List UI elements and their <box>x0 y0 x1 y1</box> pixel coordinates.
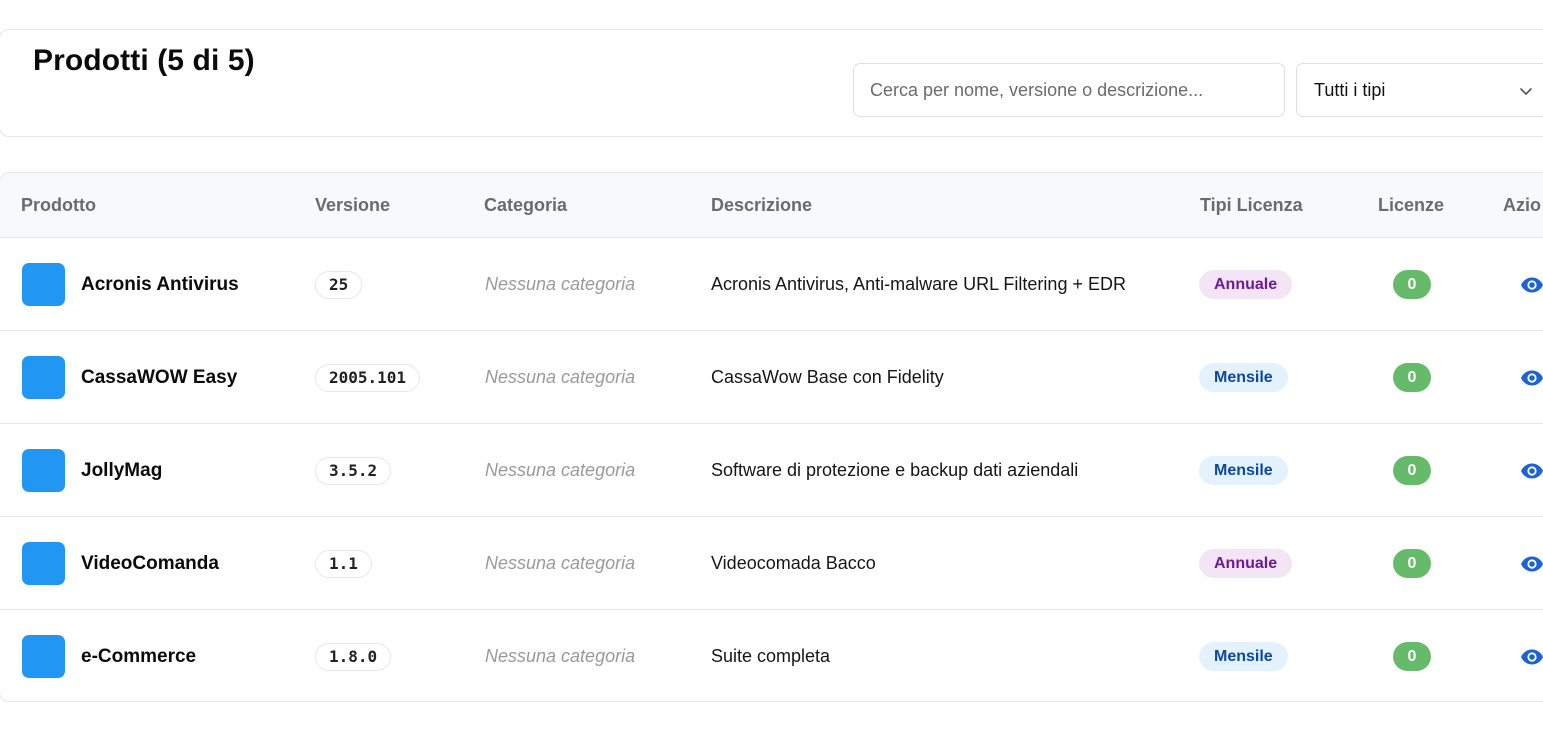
eye-icon[interactable] <box>1520 555 1543 573</box>
description-text: Software di protezione e backup dati azi… <box>711 460 1079 480</box>
license-type-badge: Mensile <box>1199 642 1288 671</box>
licenses-count-badge: 0 <box>1393 642 1431 671</box>
version-badge: 1.8.0 <box>315 643 392 671</box>
type-filter-select[interactable]: Tutti i tipi <box>1296 63 1543 117</box>
eye-icon[interactable] <box>1520 648 1543 666</box>
licenses-count-badge: 0 <box>1393 270 1431 299</box>
column-header-licenze[interactable]: Licenze <box>1378 195 1444 216</box>
table-header: Prodotto Versione Categoria Descrizione … <box>0 173 1543 238</box>
table-row[interactable]: CassaWOW Easy 2005.101 Nessuna categoria Ca… <box>0 331 1543 424</box>
eye-icon[interactable] <box>1520 276 1543 294</box>
product-name[interactable]: Acronis Antivirus <box>81 274 239 296</box>
description-text: CassaWow Base con Fidelity <box>711 367 944 387</box>
version-badge: 2005.101 <box>315 364 421 392</box>
category-text: Nessuna categoria <box>485 646 636 666</box>
licenses-count-badge: 0 <box>1393 456 1431 485</box>
column-header-azioni: Azio <box>1503 195 1541 215</box>
product-name[interactable]: JollyMag <box>81 460 162 482</box>
eye-icon[interactable] <box>1520 462 1543 480</box>
product-icon <box>22 449 65 492</box>
column-header-versione[interactable]: Versione <box>315 195 390 216</box>
table-row[interactable]: Acronis Antivirus 25 Nessuna categoria Acro… <box>0 238 1543 331</box>
eye-icon[interactable] <box>1520 369 1543 387</box>
search-input[interactable] <box>853 63 1285 117</box>
product-icon <box>22 635 65 678</box>
category-text: Nessuna categoria <box>485 367 636 387</box>
description-text: Suite completa <box>711 646 831 666</box>
column-header-prodotto[interactable]: Prodotto <box>21 195 96 216</box>
table-row[interactable]: VideoComanda 1.1 Nessuna categoria Videocom… <box>0 517 1543 610</box>
version-badge: 3.5.2 <box>315 457 392 485</box>
license-type-badge: Annuale <box>1199 549 1293 578</box>
column-header-descrizione[interactable]: Descrizione <box>711 195 812 216</box>
table-row[interactable]: JollyMag 3.5.2 Nessuna categoria Software d… <box>0 424 1543 517</box>
version-badge: 25 <box>315 271 363 299</box>
licenses-count-badge: 0 <box>1393 549 1431 578</box>
products-table: Prodotto Versione Categoria Descrizione … <box>0 172 1543 702</box>
product-name[interactable]: CassaWOW Easy <box>81 367 237 389</box>
category-text: Nessuna categoria <box>485 274 636 294</box>
page-title: Prodotti (5 di 5) <box>33 44 255 77</box>
description-text: Videocomada Bacco <box>711 553 876 573</box>
product-icon <box>22 356 65 399</box>
column-header-tipi-licenza[interactable]: Tipi Licenza <box>1200 195 1303 216</box>
category-text: Nessuna categoria <box>485 460 636 480</box>
product-icon <box>22 263 65 306</box>
description-text: Acronis Antivirus, Anti-malware URL Filt… <box>711 274 1126 294</box>
category-text: Nessuna categoria <box>485 553 636 573</box>
license-type-badge: Annuale <box>1199 270 1293 299</box>
table-row[interactable]: e-Commerce 1.8.0 Nessuna categoria Suite co… <box>0 610 1543 701</box>
version-badge: 1.1 <box>315 550 372 578</box>
licenses-count-badge: 0 <box>1393 363 1431 392</box>
type-filter-value: Tutti i tipi <box>1314 80 1386 100</box>
product-name[interactable]: VideoComanda <box>81 553 219 575</box>
chevron-down-icon <box>1520 88 1532 95</box>
license-type-badge: Mensile <box>1199 456 1288 485</box>
product-icon <box>22 542 65 585</box>
product-name[interactable]: e-Commerce <box>81 646 196 668</box>
license-type-badge: Mensile <box>1199 363 1288 392</box>
column-header-categoria[interactable]: Categoria <box>484 195 567 216</box>
